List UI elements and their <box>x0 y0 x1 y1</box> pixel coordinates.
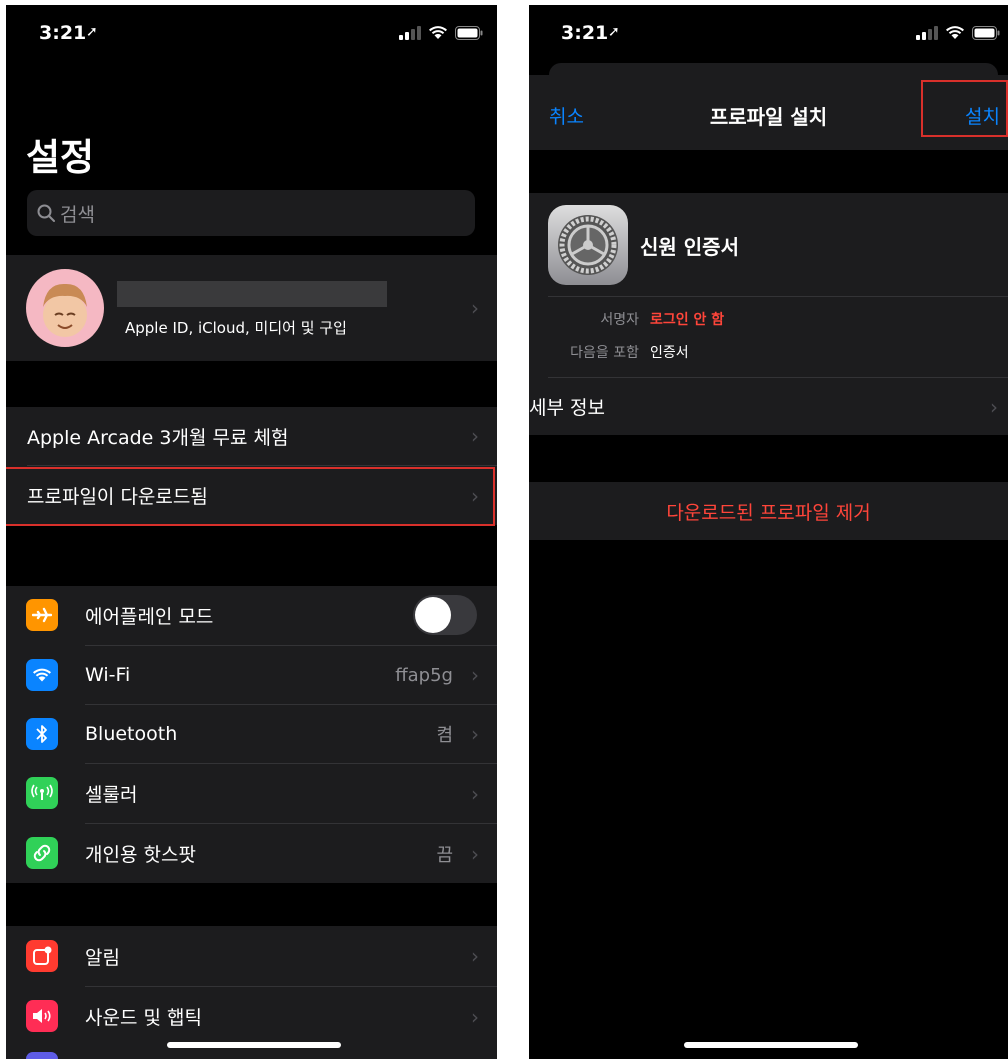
hotspot-value: 끔 <box>436 844 453 866</box>
home-indicator[interactable] <box>684 1042 858 1048</box>
highlight-box <box>921 80 1008 137</box>
cellular-row[interactable]: 셀룰러 › <box>6 764 497 823</box>
airplane-mode-row[interactable]: 에어플레인 모드 <box>6 586 497 645</box>
toggle-knob <box>415 597 451 633</box>
notifications-icon <box>26 940 58 972</box>
sound-icon <box>26 1000 58 1032</box>
wifi-status-icon <box>429 26 447 39</box>
status-time: 3:21 <box>39 22 87 44</box>
alerts-row[interactable]: 알림 › <box>6 926 497 986</box>
bluetooth-value: 켬 <box>436 725 453 746</box>
status-bar: 3:21 ➚ <box>529 5 1008 65</box>
location-arrow-icon: ➚ <box>608 24 620 40</box>
account-subtitle: Apple ID, iCloud, 미디어 및 구입 <box>125 319 347 337</box>
contains-value: 인증서 <box>650 345 689 361</box>
status-bar: 3:21 ➚ <box>6 5 497 65</box>
contains-key: 다음을 포함 <box>570 345 639 361</box>
bluetooth-icon <box>26 718 58 750</box>
install-profile-screen: 3:21 ➚ 취소 프로파일 설치 설치 신원 인증서 서명자 로그인 안 함 … <box>529 5 1008 1059</box>
settings-screen: 3:21 ➚ 설정 검색 Apple ID, iCloud, 미디어 및 구입 … <box>6 5 497 1059</box>
chevron-right-icon: › <box>471 841 479 866</box>
battery-icon <box>455 25 483 40</box>
settings-gear-icon <box>548 205 628 285</box>
signed-by-key: 서명자 <box>600 312 639 328</box>
search-icon <box>37 204 55 222</box>
separator <box>548 296 1008 297</box>
signed-by-value: 로그인 안 함 <box>650 312 725 328</box>
next-row-icon <box>26 1052 58 1059</box>
location-arrow-icon: ➚ <box>86 24 98 40</box>
network-group: 에어플레인 모드 Wi-Fi ffap5g › Bluetooth 켬 › 셀룰… <box>6 586 497 883</box>
hotspot-icon <box>26 837 58 869</box>
chevron-right-icon: › <box>471 663 479 687</box>
wifi-icon <box>26 659 58 691</box>
search-input[interactable]: 검색 <box>27 190 475 236</box>
wifi-value: ffap5g <box>395 664 453 686</box>
profile-card: 신원 인증서 서명자 로그인 안 함 다음을 포함 인증서 세부 정보 › <box>529 193 1008 435</box>
battery-icon <box>972 25 1000 40</box>
search-placeholder: 검색 <box>60 203 95 226</box>
cellular-icon <box>26 777 58 809</box>
remove-profile-button[interactable]: 다운로드된 프로파일 제거 <box>529 482 1008 540</box>
wifi-row[interactable]: Wi-Fi ffap5g › <box>6 646 497 704</box>
airplane-icon <box>26 599 58 631</box>
signed-by-row: 서명자 로그인 안 함 <box>529 309 989 329</box>
chevron-right-icon: › <box>471 944 479 968</box>
profile-name: 신원 인증서 <box>640 235 739 259</box>
chevron-right-icon: › <box>471 296 479 320</box>
details-row[interactable]: 세부 정보 › <box>529 378 1008 435</box>
contains-row: 다음을 포함 인증서 <box>529 342 989 362</box>
chevron-right-icon: › <box>471 722 479 746</box>
bluetooth-row[interactable]: Bluetooth 켬 › <box>6 705 497 763</box>
chevron-right-icon: › <box>990 394 998 419</box>
cellular-signal-icon <box>399 25 421 40</box>
notifications-group: 알림 › 사운드 및 햅틱 › <box>6 926 497 1059</box>
airplane-toggle[interactable] <box>413 595 477 635</box>
chevron-right-icon: › <box>471 1004 479 1029</box>
status-time: 3:21 <box>561 22 609 44</box>
account-row[interactable]: Apple ID, iCloud, 미디어 및 구입 › <box>6 255 497 361</box>
chevron-right-icon: › <box>471 424 479 448</box>
cellular-signal-icon <box>916 25 938 40</box>
avatar <box>26 269 104 347</box>
hotspot-row[interactable]: 개인용 핫스팟 끔 › <box>6 824 497 883</box>
sounds-row[interactable]: 사운드 및 햅틱 › <box>6 987 497 1046</box>
page-title: 설정 <box>26 136 95 179</box>
arcade-row[interactable]: Apple Arcade 3개월 무료 체험 › <box>6 407 497 465</box>
home-indicator[interactable] <box>167 1042 341 1048</box>
account-name-redacted <box>117 281 387 307</box>
highlight-box <box>6 467 495 526</box>
wifi-status-icon <box>946 26 964 39</box>
chevron-right-icon: › <box>471 781 479 806</box>
